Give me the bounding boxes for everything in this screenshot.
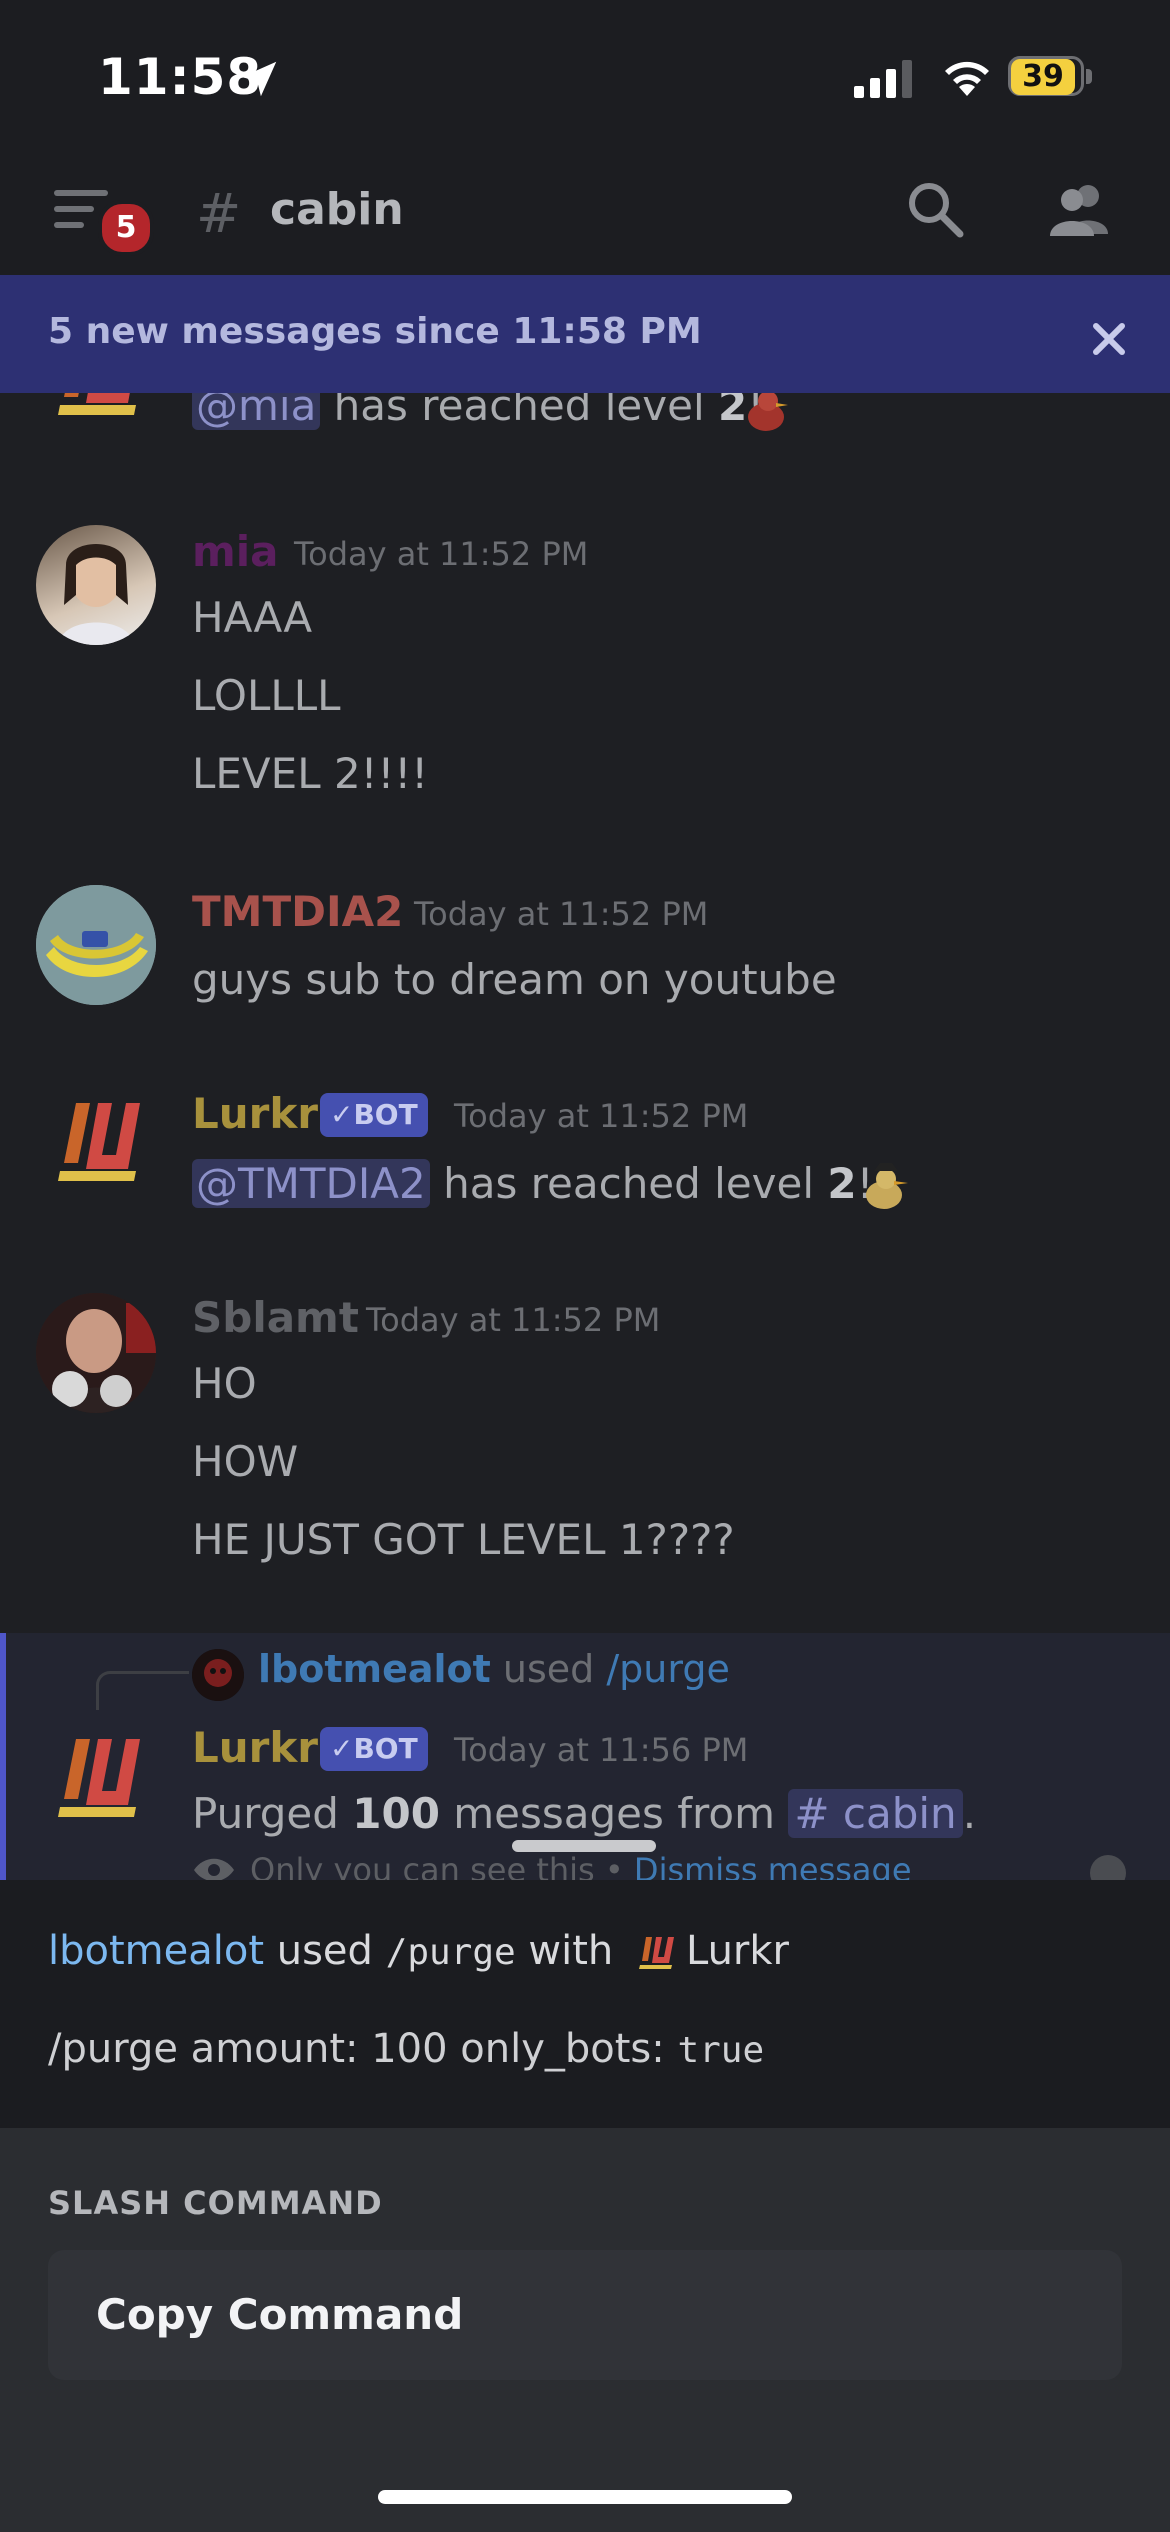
sheet-drag-handle[interactable] (512, 1840, 656, 1852)
new-messages-banner[interactable]: 5 new messages since 11:58 PM (0, 275, 1170, 393)
message-line: HAAA (192, 593, 313, 642)
copy-command-label: Copy Command (96, 2290, 464, 2339)
battery-cap (1086, 69, 1092, 84)
avatar[interactable] (36, 1293, 156, 1413)
command-info-sheet (0, 1880, 1170, 2128)
wifi-icon (945, 61, 989, 96)
message-timestamp: Today at 11:52 PM (454, 1097, 749, 1135)
message-list[interactable]: @mia has reached level 2! mia Today at 1… (0, 393, 1170, 1880)
highlight-accent-bar (0, 1633, 6, 1880)
message-username[interactable]: Sblamt (192, 1293, 359, 1342)
lurkr-logo-icon (638, 1937, 674, 1969)
lurkr-avatar-icon[interactable] (36, 1083, 156, 1203)
reply-context: lbotmealot used /purge (258, 1647, 730, 1691)
ephemeral-note: Only you can see this • Dismiss message (250, 1851, 912, 1880)
boxer-avatar-image (36, 1293, 156, 1413)
cellular-signal-icon (854, 60, 912, 98)
avatar-photo (58, 544, 134, 645)
avatar[interactable] (36, 885, 156, 1005)
channel-title[interactable]: cabin (270, 184, 404, 235)
location-arrow-icon (241, 61, 277, 97)
message-timestamp: Today at 11:52 PM (414, 895, 709, 933)
message-username[interactable]: Lurkr (192, 1089, 318, 1138)
command-user[interactable]: lbotmealot (48, 1928, 264, 1974)
message-username[interactable]: Lurkr (192, 1723, 318, 1772)
lurkr-avatar-icon[interactable] (36, 1719, 156, 1839)
reply-username[interactable]: lbotmealot (258, 1647, 491, 1691)
level-up-message: @TMTDIA2 has reached level 2! (192, 1159, 873, 1208)
copy-command-button[interactable]: Copy Command (48, 2250, 1122, 2380)
unread-badge: 5 (98, 200, 154, 256)
dismiss-message-link[interactable]: Dismiss message (634, 1851, 912, 1880)
message-timestamp: Today at 11:52 PM (294, 535, 589, 573)
battery-percent: 39 (1022, 59, 1064, 94)
reply-command-link[interactable]: /purge (606, 1647, 729, 1691)
reply-connector (96, 1671, 189, 1710)
message-line: HE JUST GOT LEVEL 1???? (192, 1515, 735, 1564)
command-usage-line: lbotmealot used /purge with Lurkr (48, 1928, 789, 1974)
message-line: guys sub to dream on youtube (192, 955, 837, 1004)
user-mention[interactable]: @mia (192, 393, 321, 430)
new-messages-text: 5 new messages since 11:58 PM (48, 311, 702, 352)
section-title: SLASH COMMAND (48, 2184, 383, 2222)
message-line: HO (192, 1359, 257, 1408)
message-line: LEVEL 2!!!! (192, 749, 429, 798)
banana-avatar-image (36, 885, 156, 1005)
bot-badge: ✓BOT (320, 1727, 428, 1771)
message-timestamp: Today at 11:52 PM (366, 1301, 661, 1339)
bot-badge: ✓BOT (320, 1093, 428, 1137)
home-indicator[interactable] (378, 2490, 792, 2504)
user-mention[interactable]: @TMTDIA2 (192, 1159, 430, 1208)
members-icon[interactable] (1048, 180, 1112, 238)
command-bot-name: Lurkr (685, 1928, 789, 1974)
lurkr-avatar-icon[interactable] (36, 393, 156, 437)
channel-mention[interactable]: # cabin (788, 1789, 963, 1838)
message-timestamp: Today at 11:56 PM (454, 1731, 749, 1769)
reply-avatar[interactable] (192, 1649, 244, 1701)
command-arguments: /purge amount: 100 only_bots: true (48, 2026, 765, 2072)
channel-header: 5 # cabin (0, 150, 1170, 275)
avatar[interactable] (36, 525, 156, 645)
search-icon[interactable] (906, 180, 964, 238)
message-username[interactable]: mia (192, 527, 279, 576)
message-line: HOW (192, 1437, 299, 1486)
help-icon[interactable] (1088, 1853, 1128, 1880)
level-up-message: @mia has reached level 2! (192, 393, 764, 430)
close-icon[interactable] (1088, 318, 1130, 360)
channel-hash-icon: # (196, 182, 242, 245)
pirate-bird-emoji-icon (748, 393, 788, 431)
status-bar: 11:58 39 (0, 0, 1170, 150)
message-line: LOLLLL (192, 671, 341, 720)
skull-avatar-image (192, 1649, 244, 1701)
pirate-bird-emoji-icon (866, 1163, 908, 1209)
message-username[interactable]: TMTDIA2 (192, 887, 403, 936)
command-name: /purge (385, 1932, 516, 1973)
purge-result-message: Purged 100 messages from # cabin. (192, 1789, 977, 1838)
eye-icon (194, 1858, 234, 1880)
